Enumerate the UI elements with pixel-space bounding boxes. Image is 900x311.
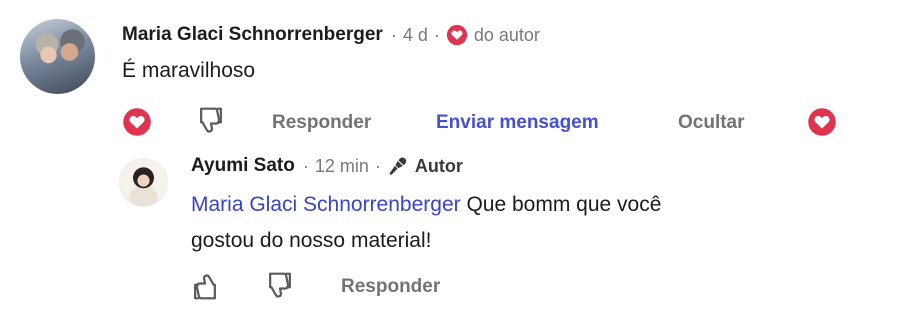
dislike-icon[interactable]: [196, 105, 226, 137]
separator: ·: [433, 24, 440, 45]
reply-button[interactable]: Responder: [341, 276, 440, 298]
dislike-icon[interactable]: [265, 270, 295, 302]
reply-text: Maria Glaci Schnorrenberger Que bomm que…: [191, 187, 881, 259]
reply-text-line1: Que bomm que você: [460, 193, 662, 216]
hide-button[interactable]: Ocultar: [678, 112, 745, 134]
comment-meta: · 4 d · do autor: [391, 24, 540, 46]
comment-time[interactable]: 4 d: [403, 25, 428, 46]
heart-icon[interactable]: [807, 107, 837, 137]
reply-time[interactable]: 12 min: [315, 156, 369, 177]
avatar[interactable]: [119, 158, 168, 207]
reply-header: Ayumi Sato · 12 min · Autor: [191, 155, 463, 177]
heart-icon[interactable]: [122, 107, 152, 137]
separator: ·: [390, 24, 397, 45]
mic-icon: [387, 155, 409, 177]
comment-author-name[interactable]: Maria Glaci Schnorrenberger: [122, 24, 383, 46]
separator: ·: [374, 155, 381, 176]
author-like-label: do autor: [473, 24, 540, 45]
avatar[interactable]: [20, 19, 95, 94]
heart-icon: [446, 24, 468, 46]
reply-button[interactable]: Responder: [272, 112, 371, 134]
send-message-button[interactable]: Enviar mensagem: [436, 112, 599, 134]
reply-text-line2: gostou do nosso material!: [191, 229, 432, 252]
comment-header: Maria Glaci Schnorrenberger · 4 d · do a…: [122, 24, 540, 46]
mention-link[interactable]: Maria Glaci Schnorrenberger: [191, 193, 461, 216]
author-badge: Autor: [414, 155, 463, 176]
reply-author-name[interactable]: Ayumi Sato: [191, 155, 295, 177]
separator: ·: [302, 155, 309, 176]
reply-meta: · 12 min · Autor: [303, 155, 463, 177]
comment-text: É maravilhoso: [122, 59, 256, 82]
like-icon[interactable]: [190, 270, 220, 302]
